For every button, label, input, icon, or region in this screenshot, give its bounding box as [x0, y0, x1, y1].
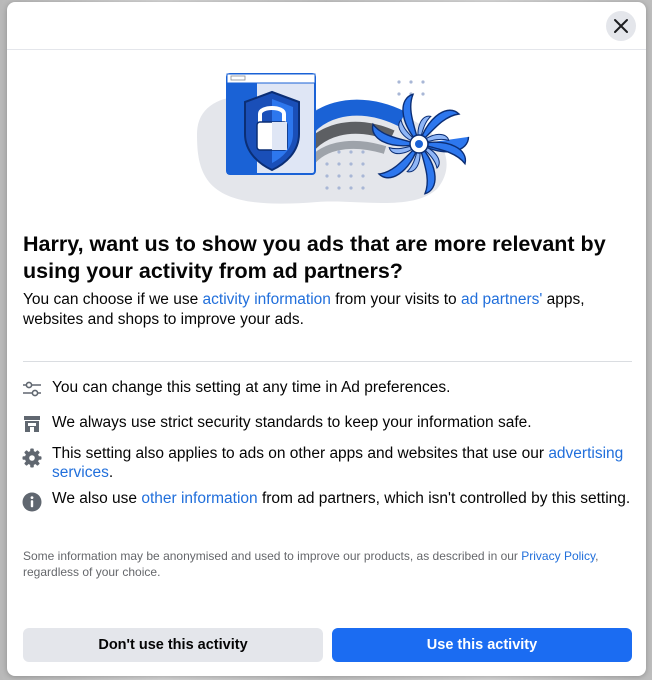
store-icon: [21, 413, 43, 435]
info-row-text: You can change this setting at any time …: [52, 379, 451, 396]
info-row-text: We also use other information from ad pa…: [52, 489, 632, 508]
dialog-title: Harry, want us to show you ads that are …: [23, 232, 606, 283]
info-row-text-part: This setting also applies to ads on othe…: [52, 445, 549, 462]
gear-icon: [21, 447, 43, 469]
section-divider: [23, 361, 632, 362]
info-icon: [21, 491, 43, 513]
info-row-text: We always use strict security standards …: [52, 414, 532, 431]
dont-use-activity-button[interactable]: Don't use this activity: [23, 628, 323, 662]
dialog-subtitle: You can choose if we use activity inform…: [23, 290, 633, 330]
sliders-icon: [21, 378, 43, 400]
ad-partners-illustration: [197, 73, 470, 204]
ad-partners-link[interactable]: ad partners': [461, 291, 542, 308]
info-row-text: This setting also applies to ads on othe…: [52, 444, 632, 482]
footnote-text-1: Some information may be anonymised and u…: [23, 549, 522, 563]
other-information-link[interactable]: other information: [141, 490, 257, 507]
activity-information-link[interactable]: activity information: [203, 291, 331, 308]
privacy-policy-link[interactable]: Privacy Policy: [521, 549, 595, 563]
close-icon: [614, 19, 628, 33]
ad-consent-dialog: Harry, want us to show you ads that are …: [7, 2, 646, 676]
close-button[interactable]: [606, 11, 636, 41]
info-row-text-part: .: [108, 464, 114, 481]
subtitle-text-2: from your visits to: [330, 291, 461, 308]
privacy-footnote: Some information may be anonymised and u…: [23, 548, 623, 580]
info-row-text-part: from ad partners, which isn't controlled…: [257, 490, 631, 507]
dialog-header: [7, 2, 646, 50]
use-activity-button[interactable]: Use this activity: [332, 628, 632, 662]
subtitle-text-1: You can choose if we use: [23, 291, 203, 308]
info-row-text-part: We also use: [52, 490, 142, 507]
